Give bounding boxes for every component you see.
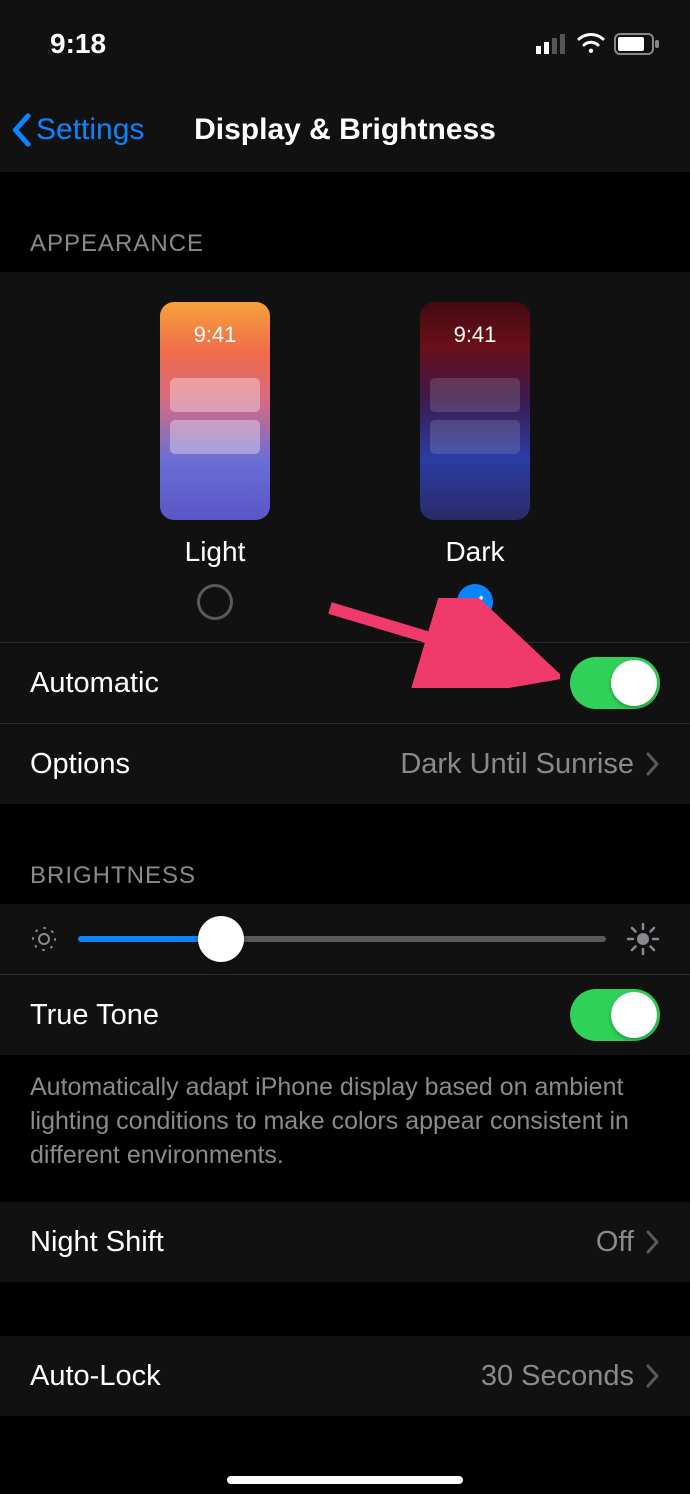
chevron-right-icon: [646, 1230, 660, 1254]
brightness-slider[interactable]: [78, 936, 606, 942]
radio-dark[interactable]: [457, 584, 493, 620]
page-title: Display & Brightness: [194, 113, 496, 147]
auto-lock-group: Auto-Lock 30 Seconds: [0, 1336, 690, 1416]
check-icon: [464, 591, 486, 613]
automatic-row: Automatic: [0, 642, 690, 723]
chevron-right-icon: [646, 1364, 660, 1388]
appearance-label-light: Light: [185, 536, 246, 568]
appearance-option-light[interactable]: 9:41 Light: [160, 302, 270, 620]
appearance-options: 9:41 Light 9:41 Dark: [0, 272, 690, 642]
radio-light[interactable]: [197, 584, 233, 620]
auto-lock-value: 30 Seconds: [481, 1360, 634, 1393]
sun-large-icon: [626, 922, 660, 956]
battery-icon: [614, 33, 660, 55]
true-tone-toggle[interactable]: [570, 989, 660, 1041]
back-label: Settings: [36, 113, 144, 147]
cellular-icon: [536, 34, 568, 54]
preview-time: 9:41: [160, 322, 270, 348]
nav-bar: Settings Display & Brightness: [0, 88, 690, 172]
true-tone-row: True Tone: [0, 974, 690, 1055]
brightness-slider-row: [0, 904, 690, 974]
brightness-header: BRIGHTNESS: [0, 804, 690, 904]
wifi-icon: [576, 33, 606, 55]
options-value: Dark Until Sunrise: [400, 748, 634, 781]
brightness-group: True Tone: [0, 904, 690, 1055]
appearance-header: APPEARANCE: [0, 172, 690, 272]
status-icons: [536, 33, 660, 55]
appearance-option-dark[interactable]: 9:41 Dark: [420, 302, 530, 620]
night-shift-value: Off: [596, 1226, 634, 1259]
sun-small-icon: [30, 925, 58, 953]
preview-widget: [430, 420, 520, 454]
automatic-toggle[interactable]: [570, 657, 660, 709]
night-shift-group: Night Shift Off: [0, 1202, 690, 1282]
preview-dark: 9:41: [420, 302, 530, 520]
appearance-label-dark: Dark: [445, 536, 504, 568]
status-time: 9:18: [50, 28, 106, 60]
auto-lock-row[interactable]: Auto-Lock 30 Seconds: [0, 1336, 690, 1416]
chevron-right-icon: [646, 752, 660, 776]
home-indicator: [227, 1476, 463, 1484]
preview-widget: [170, 378, 260, 412]
night-shift-label: Night Shift: [30, 1226, 164, 1259]
preview-widget: [170, 420, 260, 454]
auto-lock-label: Auto-Lock: [30, 1360, 161, 1393]
chevron-left-icon: [10, 113, 32, 147]
appearance-group: 9:41 Light 9:41 Dark Automatic: [0, 272, 690, 804]
preview-widget: [430, 378, 520, 412]
automatic-label: Automatic: [30, 667, 159, 700]
back-button[interactable]: Settings: [0, 113, 144, 147]
preview-time: 9:41: [420, 322, 530, 348]
night-shift-row[interactable]: Night Shift Off: [0, 1202, 690, 1282]
options-label: Options: [30, 748, 130, 781]
options-row[interactable]: Options Dark Until Sunrise: [0, 723, 690, 804]
slider-thumb[interactable]: [198, 916, 244, 962]
true-tone-footer: Automatically adapt iPhone display based…: [0, 1055, 690, 1202]
true-tone-label: True Tone: [30, 999, 159, 1032]
preview-light: 9:41: [160, 302, 270, 520]
status-bar: 9:18: [0, 0, 690, 88]
